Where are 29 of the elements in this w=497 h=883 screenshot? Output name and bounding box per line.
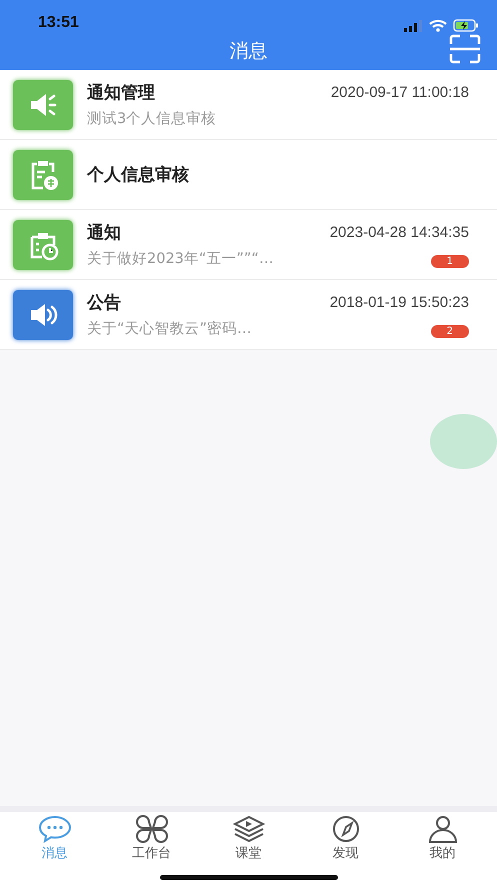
message-item[interactable]: 通知管理 2020-09-17 11:00:18 测试3个人信息审核	[0, 70, 497, 140]
message-preview: 关于做好2023年“五一””“…	[87, 250, 274, 268]
message-title: 公告	[87, 292, 121, 314]
message-item[interactable]: 公告 2018-01-19 15:50:23 关于“天心智教云”密码… 2	[0, 280, 497, 350]
status-time: 13:51	[38, 14, 79, 32]
message-time: 2018-01-19 15:50:23	[330, 294, 469, 311]
wifi-icon	[429, 19, 447, 32]
message-item[interactable]: 个人信息审核	[0, 140, 497, 210]
signal-icon	[403, 20, 423, 32]
message-title: 通知	[87, 222, 121, 244]
message-title: 个人信息审核	[87, 164, 189, 186]
message-item[interactable]: 通知 2023-04-28 14:34:35 关于做好2023年“五一””“… 1	[0, 210, 497, 280]
scan-icon[interactable]	[449, 34, 481, 64]
tab-item[interactable]: 课堂	[208, 812, 288, 872]
message-time: 2020-09-17 11:00:18	[330, 84, 469, 101]
grid-icon	[134, 815, 168, 843]
message-preview: 测试3个人信息审核	[87, 110, 216, 128]
unread-count: 1	[430, 255, 469, 268]
battery-icon	[453, 19, 479, 32]
tab-item[interactable]: 发现	[306, 812, 386, 872]
video-course-icon	[232, 815, 266, 843]
unread-count: 2	[430, 325, 469, 338]
page-title: 消息	[230, 39, 268, 64]
tab-item[interactable]: 我的	[402, 812, 482, 872]
tab-item[interactable]: 工作台	[112, 812, 192, 872]
chat-icon	[38, 815, 72, 843]
message-title: 通知管理	[87, 82, 155, 104]
message-time: 2023-04-28 14:34:35	[330, 224, 469, 241]
message-preview: 关于“天心智教云”密码…	[87, 320, 252, 338]
